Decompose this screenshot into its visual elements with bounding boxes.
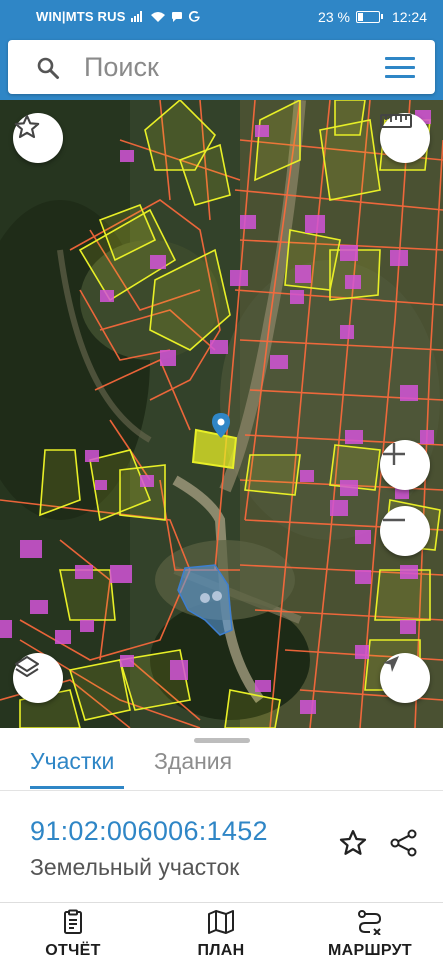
status-right: 23 % 12:24 (318, 9, 427, 25)
tab-parcels[interactable]: Участки (30, 748, 114, 775)
search-input[interactable]: Поиск (84, 52, 159, 83)
plus-icon (383, 443, 405, 465)
minus-icon (383, 518, 405, 522)
carrier-label: WIN|MTS RUS (36, 9, 126, 24)
sheet-tabs: Участки Здания (0, 746, 443, 791)
satellite-map[interactable] (0, 100, 443, 728)
nav-report-label: ОТЧЁТ (45, 942, 101, 959)
active-tab-indicator (30, 786, 124, 789)
nav-report[interactable]: ОТЧЁТ (38, 909, 108, 960)
search-icon[interactable] (36, 56, 60, 80)
favorite-button[interactable] (13, 113, 63, 163)
clock: 12:24 (391, 9, 427, 25)
battery-percent: 23 % (318, 9, 350, 25)
nav-plan[interactable]: ПЛАН (186, 909, 256, 960)
sheet-drag-handle[interactable] (194, 738, 250, 743)
ruler-icon (380, 114, 412, 128)
my-location-button[interactable] (380, 653, 430, 703)
wifi-icon (150, 11, 165, 22)
battery-icon (355, 11, 383, 23)
share-icon (390, 829, 417, 857)
search-header: Поиск (0, 34, 443, 100)
nav-route-label: МАРШРУТ (328, 942, 412, 959)
status-left: WIN|MTS RUS (36, 9, 201, 24)
menu-button[interactable] (385, 57, 415, 79)
nav-plan-label: ПЛАН (197, 942, 245, 959)
parcel-type: Земельный участок (30, 854, 240, 880)
layers-icon (15, 656, 39, 677)
map-icon (208, 910, 234, 934)
navigation-arrow-icon (383, 656, 399, 672)
nav-route[interactable]: МАРШРУТ (318, 909, 422, 960)
status-bar: WIN|MTS RUS 23 % 12:24 (0, 0, 443, 34)
tab-buildings[interactable]: Здания (154, 748, 232, 775)
star-outline-icon (339, 830, 367, 855)
favorite-parcel-button[interactable] (338, 828, 368, 863)
bottom-navigation: ОТЧЁТ ПЛАН МАРШРУТ (0, 902, 443, 961)
parcel-info-sheet: Участки Здания 91:02:006006:1452 Земельн… (0, 728, 443, 902)
layers-button[interactable] (13, 653, 63, 703)
route-icon (358, 910, 382, 936)
search-bar[interactable]: Поиск (8, 40, 435, 94)
google-icon (188, 10, 200, 22)
zoom-out-button[interactable] (380, 506, 430, 556)
ruler-button[interactable] (380, 113, 430, 163)
share-button[interactable] (389, 828, 419, 863)
selected-parcel[interactable] (191, 428, 238, 470)
map-view[interactable] (0, 100, 443, 728)
report-icon (64, 909, 82, 934)
chat-icon (171, 11, 182, 22)
star-outline-icon (14, 114, 40, 139)
cadastral-number[interactable]: 91:02:006006:1452 (30, 816, 268, 847)
signal-icon (130, 11, 145, 22)
zoom-in-button[interactable] (380, 440, 430, 490)
